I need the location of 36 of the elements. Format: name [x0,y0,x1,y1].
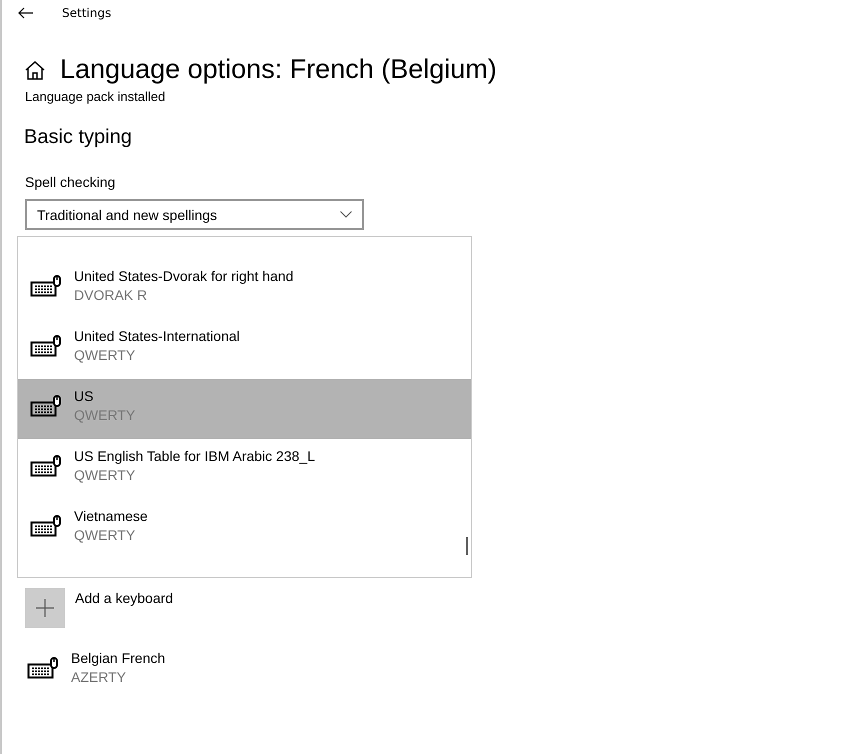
keyboard-list-item[interactable]: Vietnamese QWERTY [18,499,471,559]
keyboard-name: United States-International [74,328,240,344]
keyboard-name: US [74,388,94,404]
keyboard-layout: QWERTY [74,347,136,363]
keyboard-name: Belgian French [71,650,166,666]
add-keyboard-label[interactable]: Add a keyboard [75,590,174,606]
keyboard-icon [30,394,62,418]
keyboard-list-item[interactable]: United States-Dvorak for right hand DVORAK R [18,259,471,319]
section-title: Basic typing [24,126,133,149]
keyboard-icon [30,334,62,358]
keyboard-name: US English Table for IBM Arabic 238_L [74,448,315,464]
keyboard-icon [27,656,59,680]
keyboard-name: Vietnamese [74,508,148,524]
chevron-down-icon [340,211,352,218]
field-label: Spell checking [25,174,116,190]
keyboard-list-item[interactable]: US English Table for IBM Arabic 238_L QWERTY [18,439,471,499]
keyboard-icon [30,514,62,538]
keyboard-name: United States-Dvorak for right hand [74,268,294,284]
keyboard-layout: DVORAK R [74,287,148,303]
spell-checking-dropdown[interactable]: Traditional and new spellings [25,199,364,230]
back-arrow-icon[interactable] [18,7,34,19]
keyboard-icon [30,454,62,478]
keyboard-layout: QWERTY [74,407,136,423]
keyboard-list-item[interactable]: US QWERTY [18,379,471,439]
keyboard-layout: QWERTY [74,527,136,543]
keyboard-icon [30,274,62,298]
keyboard-layout: QWERTY [74,467,136,483]
status-text: Language pack installed [25,89,166,104]
keyboard-layout: AZERTY [71,669,127,685]
page-title: Language options: French (Belgium) [60,54,497,85]
scrollbar[interactable] [466,537,468,555]
home-icon[interactable] [24,58,46,80]
keyboard-list-item[interactable]: United States-International QWERTY [18,319,471,379]
window-title: Settings [62,6,112,20]
add-keyboard-button[interactable] [25,588,65,628]
plus-icon [36,599,54,617]
